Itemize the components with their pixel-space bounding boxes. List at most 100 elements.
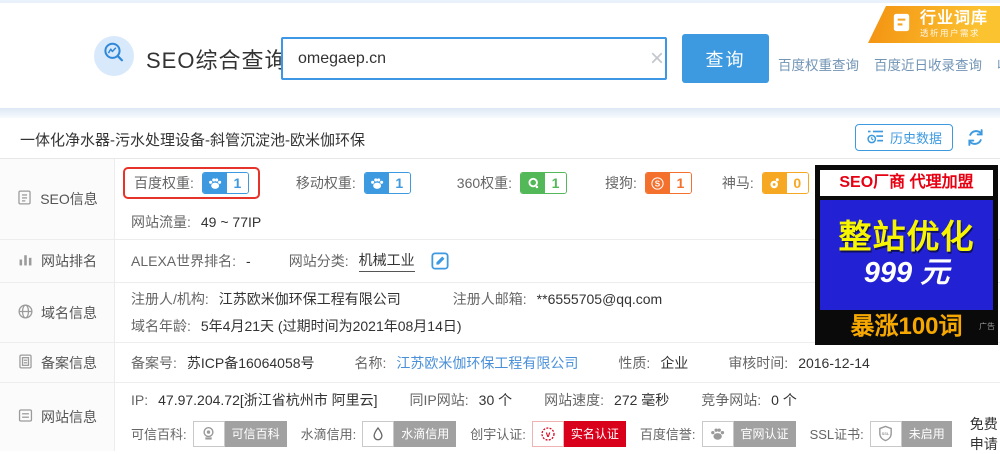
alexa-value: -	[246, 253, 251, 269]
weight-value: 0	[786, 173, 808, 193]
weight-label: 360权重:	[456, 175, 513, 191]
certificate-icon	[17, 353, 34, 373]
weight-value: 1	[226, 173, 248, 193]
real-name-verified-badge[interactable]: v 实名认证	[531, 420, 626, 447]
site-speed-value: 272 毫秒	[614, 392, 670, 408]
ad-tag: 广告	[979, 322, 995, 331]
list-icon	[17, 407, 34, 427]
verified-v-icon: v	[531, 420, 564, 447]
cert-badge-label: 可信百科	[224, 420, 287, 447]
header-bar: SEO综合查询 × 查询 百度权重查询 百度近日收录查询 收录查询 行业词库 透…	[0, 3, 1000, 108]
cert-badge-label: 官网认证	[733, 420, 796, 447]
medal-icon	[192, 420, 225, 447]
site-title: 一体化净水器-污水处理设备-斜管沉淀池-欧米伽环保	[20, 132, 365, 149]
domain-age-value: 5年4月21天 (过期时间为2021年08月14日)	[200, 318, 462, 334]
content-area: SEO信息 百度权重: 1 移动权重: 1 360权重: 1 搜狗: S 1 神…	[0, 158, 1000, 452]
refresh-button[interactable]	[965, 127, 986, 151]
certifications-row: 可信百科: 可信百科 水滴信用: 水滴信用 创宇认证: v 实名认证 百度信誉:…	[123, 416, 1000, 452]
same-ip-label: 同IP网站:	[409, 392, 469, 408]
ssl-badge[interactable]: SSL 未启用	[869, 420, 952, 447]
ad-main-text: 整站优化	[838, 218, 975, 256]
baidu-reputation-label: 百度信誉:	[639, 427, 696, 442]
edit-category-icon[interactable]	[431, 252, 449, 270]
category-value: 机械工业	[358, 250, 415, 272]
category-label: 网站分类:	[288, 253, 349, 269]
weight-label: 神马:	[721, 175, 754, 191]
shenma-icon	[762, 173, 787, 193]
link-baidu-weight-query[interactable]: 百度权重查询	[778, 54, 859, 74]
section-icp-info: 备案信息 备案号: 苏ICP备16064058号 名称: 江苏欧米伽环保工程有限…	[0, 342, 1000, 382]
trusted-baike-badge[interactable]: 可信百科	[192, 420, 287, 447]
weight-label: 百度权重:	[134, 175, 194, 191]
sidebar-label: SEO信息	[40, 191, 98, 207]
icp-number-label: 备案号:	[131, 354, 177, 371]
sidebar-label: 网站信息	[41, 409, 97, 425]
lexicon-doc-icon	[890, 11, 913, 39]
title-bar: 一体化净水器-污水处理设备-斜管沉淀池-欧米伽环保 历史数据	[0, 118, 1000, 158]
history-button-label: 历史数据	[889, 131, 942, 146]
baidu-paw-icon	[202, 173, 227, 193]
ad-headline: SEO厂商 代理加盟	[820, 170, 993, 196]
official-site-badge[interactable]: 官网认证	[701, 420, 796, 447]
history-list-clock-icon	[866, 129, 885, 147]
sogou-s-icon: S	[645, 173, 670, 193]
alexa-label: ALEXA世界排名:	[131, 253, 237, 269]
icp-number-value: 苏ICP备16064058号	[186, 354, 315, 371]
mobile-weight-badge[interactable]: 1	[363, 172, 411, 194]
sidebar-item-site-rank: 网站排名	[0, 240, 115, 282]
header-links: 百度权重查询 百度近日收录查询 收录查询	[778, 54, 1000, 74]
qihoo-360-weight-badge[interactable]: 1	[520, 172, 568, 194]
icp-name-link[interactable]: 江苏欧米伽环保工程有限公司	[396, 353, 578, 373]
ribbon-subtitle: 透析用户需求	[920, 27, 981, 38]
weight-value: 1	[545, 173, 567, 193]
weight-label: 搜狗:	[605, 175, 637, 191]
icp-audit-value: 2016-12-14	[798, 354, 870, 371]
industry-lexicon-ribbon[interactable]: 行业词库 透析用户需求	[868, 6, 1000, 43]
globe-icon	[17, 303, 34, 323]
search-input[interactable]	[281, 37, 667, 80]
baidu-paw-gray-icon	[701, 420, 734, 447]
shuidi-cert-label: 水滴信用:	[300, 427, 357, 442]
bar-chart-icon	[17, 251, 34, 271]
app-logo	[94, 36, 134, 76]
ad-price-text: 999 元	[863, 256, 950, 289]
document-icon	[16, 189, 33, 209]
icp-nature-label: 性质:	[618, 354, 651, 371]
clear-input-icon[interactable]: ×	[644, 46, 670, 72]
icp-nature-value: 企业	[660, 354, 689, 371]
shuidi-credit-badge[interactable]: 水滴信用	[362, 420, 457, 447]
traffic-value: 49 ~ 77IP	[200, 214, 262, 230]
section-site-info: 网站信息 IP: 47.97.204.72[浙江省杭州市 阿里云] 同IP网站:…	[0, 382, 1000, 452]
water-drop-icon	[362, 420, 395, 447]
seo-ad-banner[interactable]: SEO厂商 代理加盟 整站优化 999 元 暴涨100词 广告	[815, 165, 998, 345]
query-button[interactable]: 查询	[682, 34, 769, 83]
history-data-button[interactable]: 历史数据	[854, 124, 953, 151]
sidebar-item-icp-info: 备案信息	[0, 343, 115, 382]
weight-value: 1	[669, 173, 691, 193]
sidebar-item-site-info: 网站信息	[0, 383, 115, 451]
competitor-label: 竞争网站:	[701, 392, 762, 408]
svg-text:SSL: SSL	[882, 431, 890, 436]
ip-row: IP: 47.97.204.72[浙江省杭州市 阿里云] 同IP网站: 30 个…	[123, 384, 1000, 417]
sidebar-label: 域名信息	[41, 304, 97, 321]
baidu-weight-badge[interactable]: 1	[201, 172, 249, 194]
icp-row: 备案号: 苏ICP备16064058号 名称: 江苏欧米伽环保工程有限公司 性质…	[123, 343, 1000, 382]
sidebar-item-domain-info: 域名信息	[0, 283, 115, 342]
svg-text:S: S	[655, 179, 661, 188]
link-baidu-recent-index-query[interactable]: 百度近日收录查询	[874, 54, 982, 74]
shenma-weight-badge[interactable]: 0	[761, 172, 809, 194]
icp-audit-label: 审核时间:	[728, 354, 789, 371]
sogou-weight-badge[interactable]: S 1	[644, 172, 692, 194]
header-divider-band	[0, 108, 1000, 118]
cert-badge-label: 水滴信用	[394, 420, 457, 447]
registrant-email-label: 注册人邮箱:	[452, 291, 527, 307]
registrant-email-value: **6555705@qq.com	[536, 291, 663, 307]
magnifier-trend-icon	[101, 40, 128, 72]
cert-badge-label: 未启用	[901, 420, 952, 447]
sidebar-item-seo-info: SEO信息	[0, 159, 115, 239]
weight-value: 1	[388, 173, 410, 193]
chuangyu-cert-label: 创宇认证:	[470, 427, 526, 442]
svg-text:v: v	[546, 430, 551, 439]
competitor-value: 0 个	[771, 392, 797, 408]
registrant-label: 注册人/机构:	[131, 291, 209, 307]
